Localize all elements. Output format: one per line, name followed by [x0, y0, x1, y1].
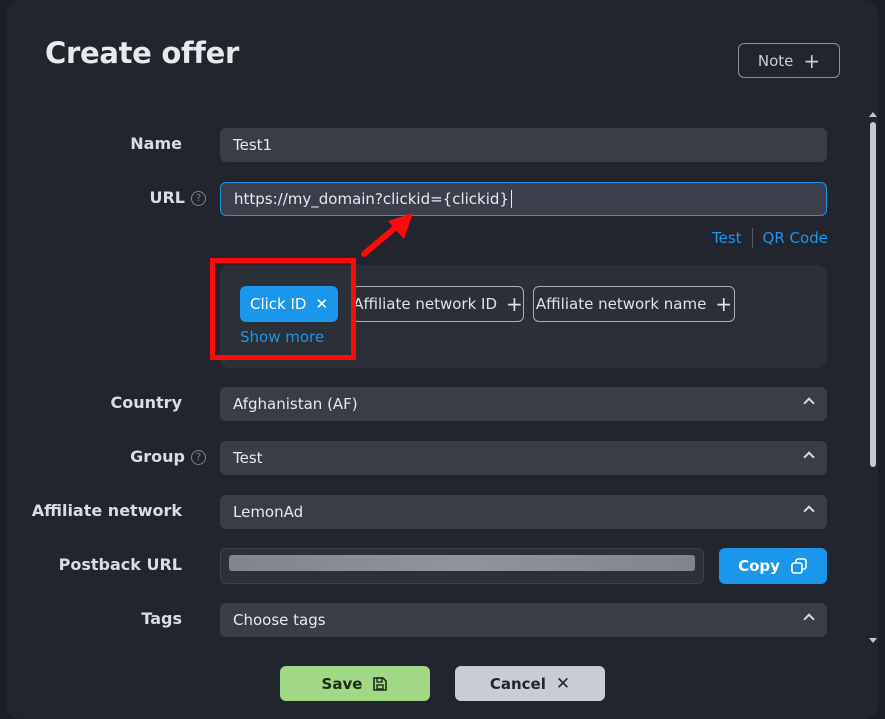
token-label: Affiliate network ID	[353, 295, 498, 313]
qr-code-link[interactable]: QR Code	[763, 229, 828, 247]
tags-placeholder: Choose tags	[233, 611, 326, 629]
copy-button[interactable]: Copy	[719, 548, 827, 584]
create-offer-dialog: Create offer Note + Name Test1 URL? http…	[6, 0, 878, 719]
affiliate-network-label: Affiliate network	[31, 501, 182, 520]
save-disk-icon	[373, 676, 388, 691]
affiliate-network-select[interactable]: LemonAd	[220, 495, 827, 529]
url-links: Test QR Code	[712, 228, 828, 248]
copy-button-label: Copy	[738, 557, 780, 575]
group-label-text: Group	[130, 447, 185, 466]
chevron-up-icon	[803, 397, 815, 409]
dialog-title: Create offer	[45, 36, 239, 70]
country-value: Afghanistan (AF)	[233, 395, 358, 413]
country-select[interactable]: Afghanistan (AF)	[220, 387, 827, 421]
tags-select[interactable]: Choose tags	[220, 603, 827, 637]
save-button-label: Save	[321, 674, 363, 693]
plus-icon: +	[715, 292, 733, 316]
chevron-up-icon	[803, 505, 815, 517]
affiliate-network-value: LemonAd	[233, 503, 304, 521]
scroll-down-arrow-icon[interactable]	[869, 638, 877, 643]
close-icon: ✕	[555, 673, 571, 694]
url-label: URL?	[36, 188, 206, 207]
help-icon[interactable]: ?	[191, 450, 206, 465]
name-input[interactable]: Test1	[220, 128, 827, 162]
chevron-up-icon	[803, 451, 815, 463]
group-select[interactable]: Test	[220, 441, 827, 475]
cancel-button[interactable]: Cancel ✕	[455, 666, 605, 701]
plus-icon: +	[803, 48, 821, 73]
name-value: Test1	[233, 136, 273, 154]
text-cursor	[510, 190, 512, 208]
test-link[interactable]: Test	[712, 229, 742, 247]
url-input[interactable]: https://my_domain?clickid={clickid}	[220, 182, 827, 216]
annotation-highlight-box	[210, 258, 356, 360]
help-icon[interactable]: ?	[191, 191, 206, 206]
annotation-arrow-icon	[361, 213, 413, 257]
token-affiliate-network-name[interactable]: Affiliate network name +	[533, 286, 735, 322]
country-label: Country	[110, 393, 182, 412]
scrollbar-thumb[interactable]	[870, 122, 876, 467]
copy-icon	[791, 558, 807, 574]
plus-icon: +	[506, 292, 523, 316]
postback-url-redacted	[229, 555, 695, 571]
postback-url-label: Postback URL	[58, 555, 182, 574]
cancel-button-label: Cancel	[489, 674, 546, 693]
note-button-label: Note	[757, 51, 794, 70]
link-divider	[751, 228, 753, 248]
group-value: Test	[233, 449, 263, 467]
note-button[interactable]: Note +	[738, 43, 840, 78]
token-affiliate-network-id[interactable]: Affiliate network ID +	[352, 286, 524, 322]
name-label: Name	[130, 134, 182, 153]
scroll-up-arrow-icon[interactable]	[869, 112, 877, 117]
save-button[interactable]: Save	[280, 666, 430, 701]
chevron-up-icon	[803, 613, 815, 625]
postback-url-field[interactable]	[220, 548, 704, 584]
tags-label: Tags	[141, 609, 182, 628]
token-label: Affiliate network name	[535, 295, 707, 313]
group-label: Group?	[36, 447, 206, 466]
url-label-text: URL	[149, 188, 185, 207]
